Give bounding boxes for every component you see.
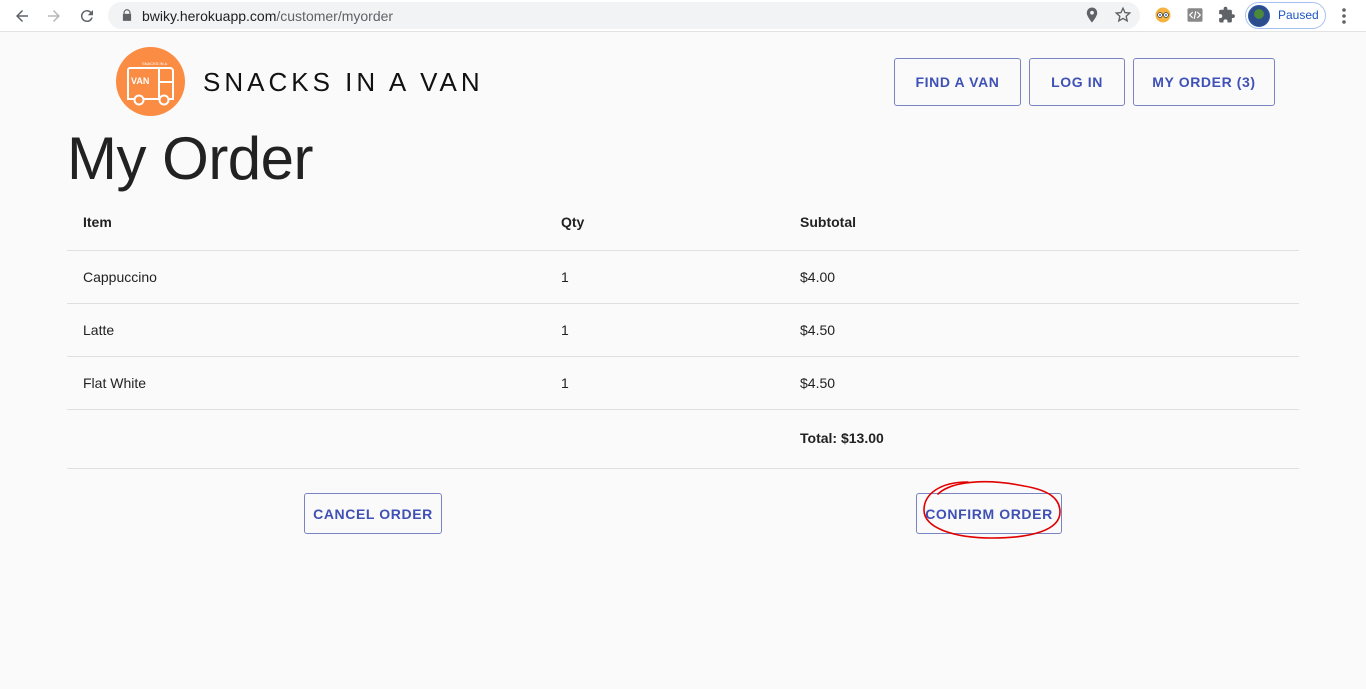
page-title: My Order <box>67 125 314 192</box>
browser-toolbar: bwiky.herokuapp.com/customer/myorder Pau… <box>0 0 1366 32</box>
column-header-item: Item <box>83 214 112 230</box>
puzzle-extensions-icon[interactable] <box>1218 6 1236 24</box>
extension-eyes-icon[interactable] <box>1154 6 1172 24</box>
item-qty: 1 <box>561 322 569 338</box>
column-header-subtotal: Subtotal <box>800 214 856 230</box>
item-subtotal: $4.00 <box>800 269 836 285</box>
item-name: Flat White <box>83 375 147 391</box>
avatar <box>1248 5 1270 27</box>
forward-icon[interactable] <box>42 4 66 28</box>
table-row: Flat White 1 $4.50 <box>67 357 1299 410</box>
order-table: Item Qty Subtotal Cappuccino 1 $4.00 Lat… <box>67 193 1299 469</box>
bookmark-star-icon[interactable] <box>1114 6 1132 24</box>
my-order-button[interactable]: MY ORDER (3) <box>1133 58 1275 106</box>
svg-text:SNACKS IN A: SNACKS IN A <box>142 61 167 66</box>
table-total-row: Total: $13.00 <box>67 410 1299 469</box>
profile-status: Paused <box>1278 8 1319 22</box>
order-total: Total: $13.00 <box>800 430 884 446</box>
van-icon: SNACKS IN A VAN <box>127 61 174 106</box>
item-subtotal: $4.50 <box>800 322 836 338</box>
reload-icon[interactable] <box>75 4 99 28</box>
item-qty: 1 <box>561 375 569 391</box>
svg-text:VAN: VAN <box>131 76 149 86</box>
log-in-button[interactable]: LOG IN <box>1029 58 1125 106</box>
profile-button[interactable]: Paused <box>1245 2 1326 29</box>
location-pin-icon[interactable] <box>1083 6 1101 24</box>
item-subtotal: $4.50 <box>800 375 836 391</box>
logo[interactable]: SNACKS IN A VAN <box>116 47 185 116</box>
find-a-van-button[interactable]: FIND A VAN <box>894 58 1021 106</box>
code-extension-icon[interactable] <box>1186 6 1204 24</box>
item-qty: 1 <box>561 269 569 285</box>
back-icon[interactable] <box>10 4 34 28</box>
more-menu-icon[interactable] <box>1336 6 1352 26</box>
table-row: Latte 1 $4.50 <box>67 304 1299 357</box>
cancel-order-button[interactable]: CANCEL ORDER <box>304 493 442 534</box>
lock-icon[interactable] <box>120 8 134 22</box>
column-header-qty: Qty <box>561 214 585 230</box>
item-name: Latte <box>83 322 115 338</box>
item-name: Cappuccino <box>83 269 157 285</box>
table-header-row: Item Qty Subtotal <box>67 193 1299 251</box>
address-bar[interactable]: bwiky.herokuapp.com/customer/myorder <box>108 2 1140 29</box>
table-row: Cappuccino 1 $4.00 <box>67 251 1299 304</box>
confirm-order-button[interactable]: CONFIRM ORDER <box>916 493 1062 534</box>
brand-name[interactable]: SNACKS IN A VAN <box>203 67 484 98</box>
url-text[interactable]: bwiky.herokuapp.com/customer/myorder <box>142 8 393 24</box>
